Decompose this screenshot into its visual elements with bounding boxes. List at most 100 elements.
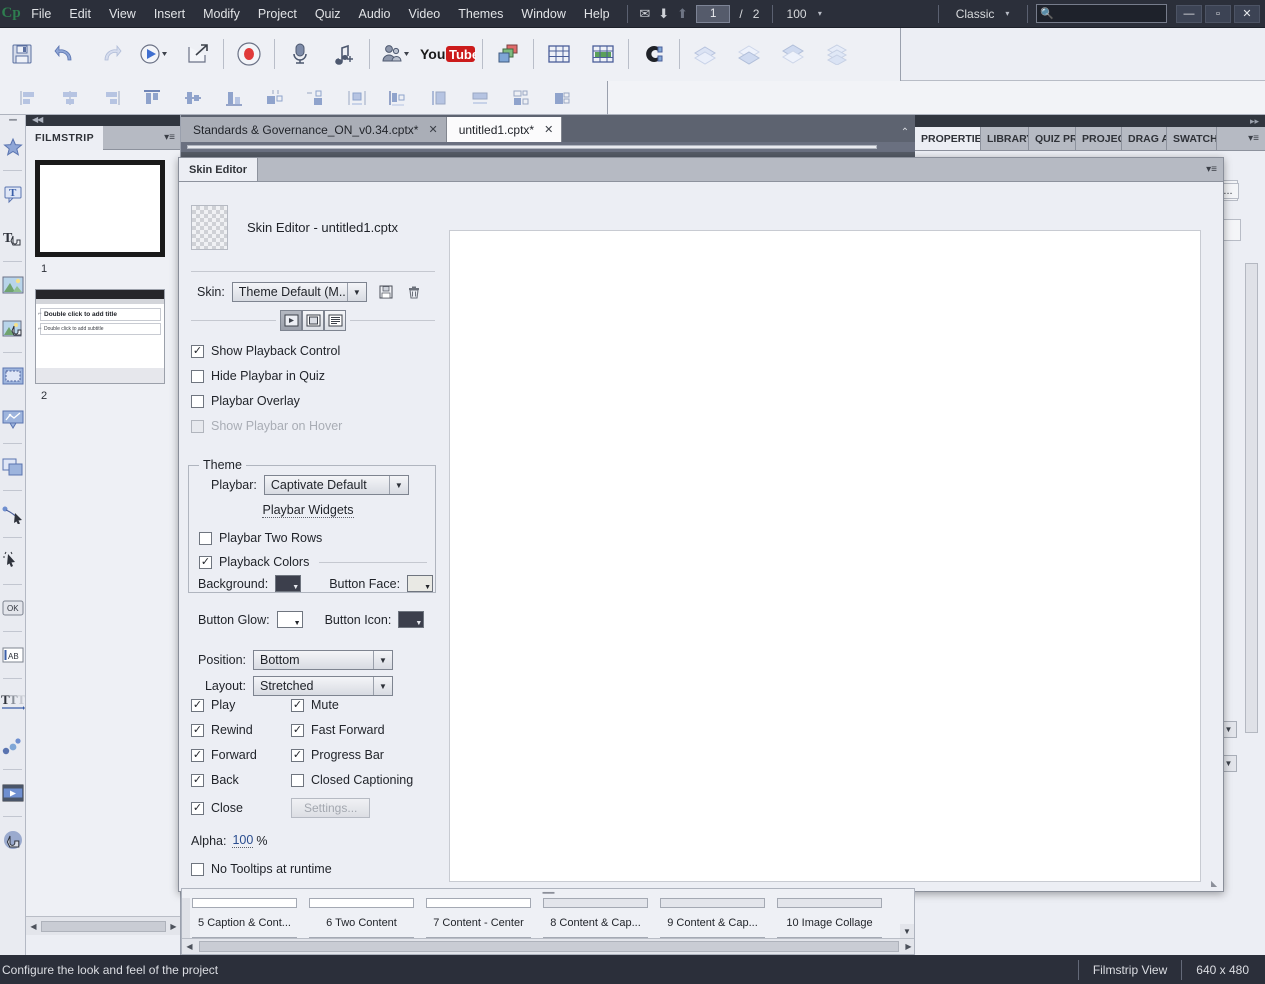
- tab-properties[interactable]: PROPERTIES: [915, 127, 981, 150]
- toolbar-grip-icon[interactable]: ▪▪▪▪▪: [0, 115, 25, 125]
- button-face-color-swatch[interactable]: ▼: [407, 575, 434, 592]
- chevron-down-icon[interactable]: ▼: [373, 677, 392, 695]
- checkbox-box[interactable]: ✓: [291, 698, 304, 712]
- layer4-button[interactable]: [815, 32, 859, 76]
- tab-library[interactable]: LIBRARY: [981, 127, 1029, 150]
- redo-button[interactable]: [88, 32, 132, 76]
- playback-control-mode-button[interactable]: [280, 310, 302, 331]
- checkbox-playback-colors[interactable]: ✓ Playback Colors: [189, 555, 435, 569]
- drag-grip-icon[interactable]: ▪▪▪▪▪▪▪▪: [182, 889, 914, 898]
- youtube-button[interactable]: You Tube: [417, 32, 479, 76]
- close-icon[interactable]: ✕: [544, 123, 553, 136]
- text-caption-tool[interactable]: T: [0, 172, 26, 216]
- publish-button[interactable]: [176, 32, 220, 76]
- checkbox-progress-bar[interactable]: ✓ Progress Bar: [291, 748, 384, 762]
- tab-swatches[interactable]: SWATCH: [1167, 127, 1217, 150]
- add-audio-button[interactable]: [322, 32, 366, 76]
- undo-button[interactable]: [44, 32, 88, 76]
- maximize-button[interactable]: ▫: [1204, 4, 1231, 23]
- checkbox-box[interactable]: ✓: [191, 801, 204, 815]
- close-button[interactable]: ✕: [1233, 4, 1260, 23]
- checkbox-box[interactable]: ✓: [191, 773, 204, 787]
- menu-help[interactable]: Help: [575, 3, 619, 25]
- checkbox-rewind[interactable]: ✓ Rewind: [191, 723, 291, 737]
- slide-thumbnail-2[interactable]: Double click to add title Double click t…: [35, 289, 165, 384]
- panel-menu-icon[interactable]: ▾≡: [164, 132, 180, 143]
- slide-item-2[interactable]: Double click to add title Double click t…: [26, 275, 180, 402]
- resize-grip-icon[interactable]: ◣: [1211, 879, 1221, 889]
- playbar-widgets-link[interactable]: Playbar Widgets: [262, 503, 354, 518]
- borders-mode-button[interactable]: [302, 310, 324, 331]
- menu-themes[interactable]: Themes: [449, 3, 512, 25]
- menu-insert[interactable]: Insert: [145, 3, 194, 25]
- button-icon-color-swatch[interactable]: ▼: [398, 611, 425, 628]
- checkbox-playbar-overlay[interactable]: Playbar Overlay: [191, 394, 447, 408]
- resize-same-width-icon[interactable]: [254, 84, 295, 112]
- typing-animation-tool[interactable]: TTT: [0, 680, 26, 724]
- chevron-down-icon[interactable]: ▼: [346, 283, 366, 301]
- scroll-left-icon[interactable]: ◀: [182, 942, 197, 951]
- rollover-caption-tool[interactable]: T: [0, 216, 26, 260]
- checkbox-box[interactable]: ✓: [191, 344, 204, 358]
- menu-audio[interactable]: Audio: [350, 3, 400, 25]
- checkbox-box[interactable]: ✓: [199, 555, 212, 569]
- skin-select[interactable]: Theme Default (M.. ▼: [231, 282, 367, 302]
- tab-quiz-properties[interactable]: QUIZ PR: [1029, 127, 1076, 150]
- group-align-icon[interactable]: [541, 84, 582, 112]
- layer3-button[interactable]: [771, 32, 815, 76]
- panel-menu-icon[interactable]: ▾≡: [1200, 158, 1223, 181]
- right-panel-grip[interactable]: ▸▸: [915, 115, 1265, 127]
- table-button[interactable]: [537, 32, 581, 76]
- align-to-stage-h-icon[interactable]: [459, 84, 500, 112]
- delete-skin-icon[interactable]: [404, 282, 424, 302]
- checkbox-box[interactable]: [199, 531, 212, 545]
- background-color-swatch[interactable]: ▼: [275, 575, 302, 592]
- video-tool[interactable]: [0, 771, 26, 815]
- button-glow-color-swatch[interactable]: ▼: [276, 611, 303, 628]
- checkbox-mute[interactable]: ✓ Mute: [291, 698, 339, 712]
- image-tool[interactable]: [0, 263, 26, 307]
- scroll-thumb[interactable]: [41, 920, 166, 932]
- interaction-tool[interactable]: [0, 818, 26, 862]
- publish-to-button[interactable]: [486, 32, 530, 76]
- checkbox-forward[interactable]: ✓ Forward: [191, 748, 291, 762]
- animation-tool[interactable]: [0, 724, 26, 768]
- menu-video[interactable]: Video: [400, 3, 450, 25]
- scroll-right-icon[interactable]: ▶: [901, 942, 914, 951]
- close-icon[interactable]: ✕: [428, 123, 437, 136]
- filmstrip-tab[interactable]: FILMSTRIP: [26, 125, 104, 150]
- checkbox-hide-playbar-in-quiz[interactable]: Hide Playbar in Quiz: [191, 369, 447, 383]
- layer2-button[interactable]: [727, 32, 771, 76]
- save-button[interactable]: [0, 32, 44, 76]
- checkbox-box[interactable]: [291, 773, 304, 787]
- characters-button[interactable]: [373, 32, 417, 76]
- grid-button[interactable]: [581, 32, 625, 76]
- menu-view[interactable]: View: [100, 3, 145, 25]
- align-right-icon[interactable]: [90, 84, 131, 112]
- slide-number-input[interactable]: 1: [695, 4, 731, 23]
- expand-panels-icon[interactable]: ▸▸: [1250, 116, 1259, 127]
- checkbox-box[interactable]: ✓: [191, 748, 204, 762]
- mail-icon[interactable]: ✉: [635, 6, 654, 22]
- checkbox-box[interactable]: ✓: [291, 748, 304, 762]
- filmstrip-hscrollbar[interactable]: ◀ ▶: [26, 916, 180, 935]
- highlight-box-tool[interactable]: [0, 354, 26, 398]
- menu-file[interactable]: File: [22, 3, 60, 25]
- rollover-slidelet-tool[interactable]: [0, 445, 26, 489]
- checkbox-show-playback-control[interactable]: ✓ Show Playback Control: [191, 344, 447, 358]
- move-up-icon[interactable]: ⬆: [673, 6, 692, 22]
- status-view-mode[interactable]: Filmstrip View: [1093, 963, 1167, 977]
- doc-tab-untitled1[interactable]: untitled1.cptx* ✕: [446, 117, 563, 142]
- menu-window[interactable]: Window: [512, 3, 574, 25]
- checkbox-box[interactable]: ✓: [191, 698, 204, 712]
- preview-button[interactable]: [132, 32, 176, 76]
- playbar-select[interactable]: Captivate Default ▼: [263, 475, 409, 495]
- scroll-thumb[interactable]: [199, 941, 899, 952]
- skin-preview-stage[interactable]: [449, 230, 1201, 882]
- minimize-button[interactable]: —: [1175, 4, 1202, 23]
- doc-tab-standards[interactable]: Standards & Governance_ON_v0.34.cptx* ✕: [181, 117, 447, 142]
- rollover-image-tool[interactable]: [0, 307, 26, 351]
- layer1-button[interactable]: [683, 32, 727, 76]
- resize-same-height-icon[interactable]: [295, 84, 336, 112]
- checkbox-fast-forward[interactable]: ✓ Fast Forward: [291, 723, 385, 737]
